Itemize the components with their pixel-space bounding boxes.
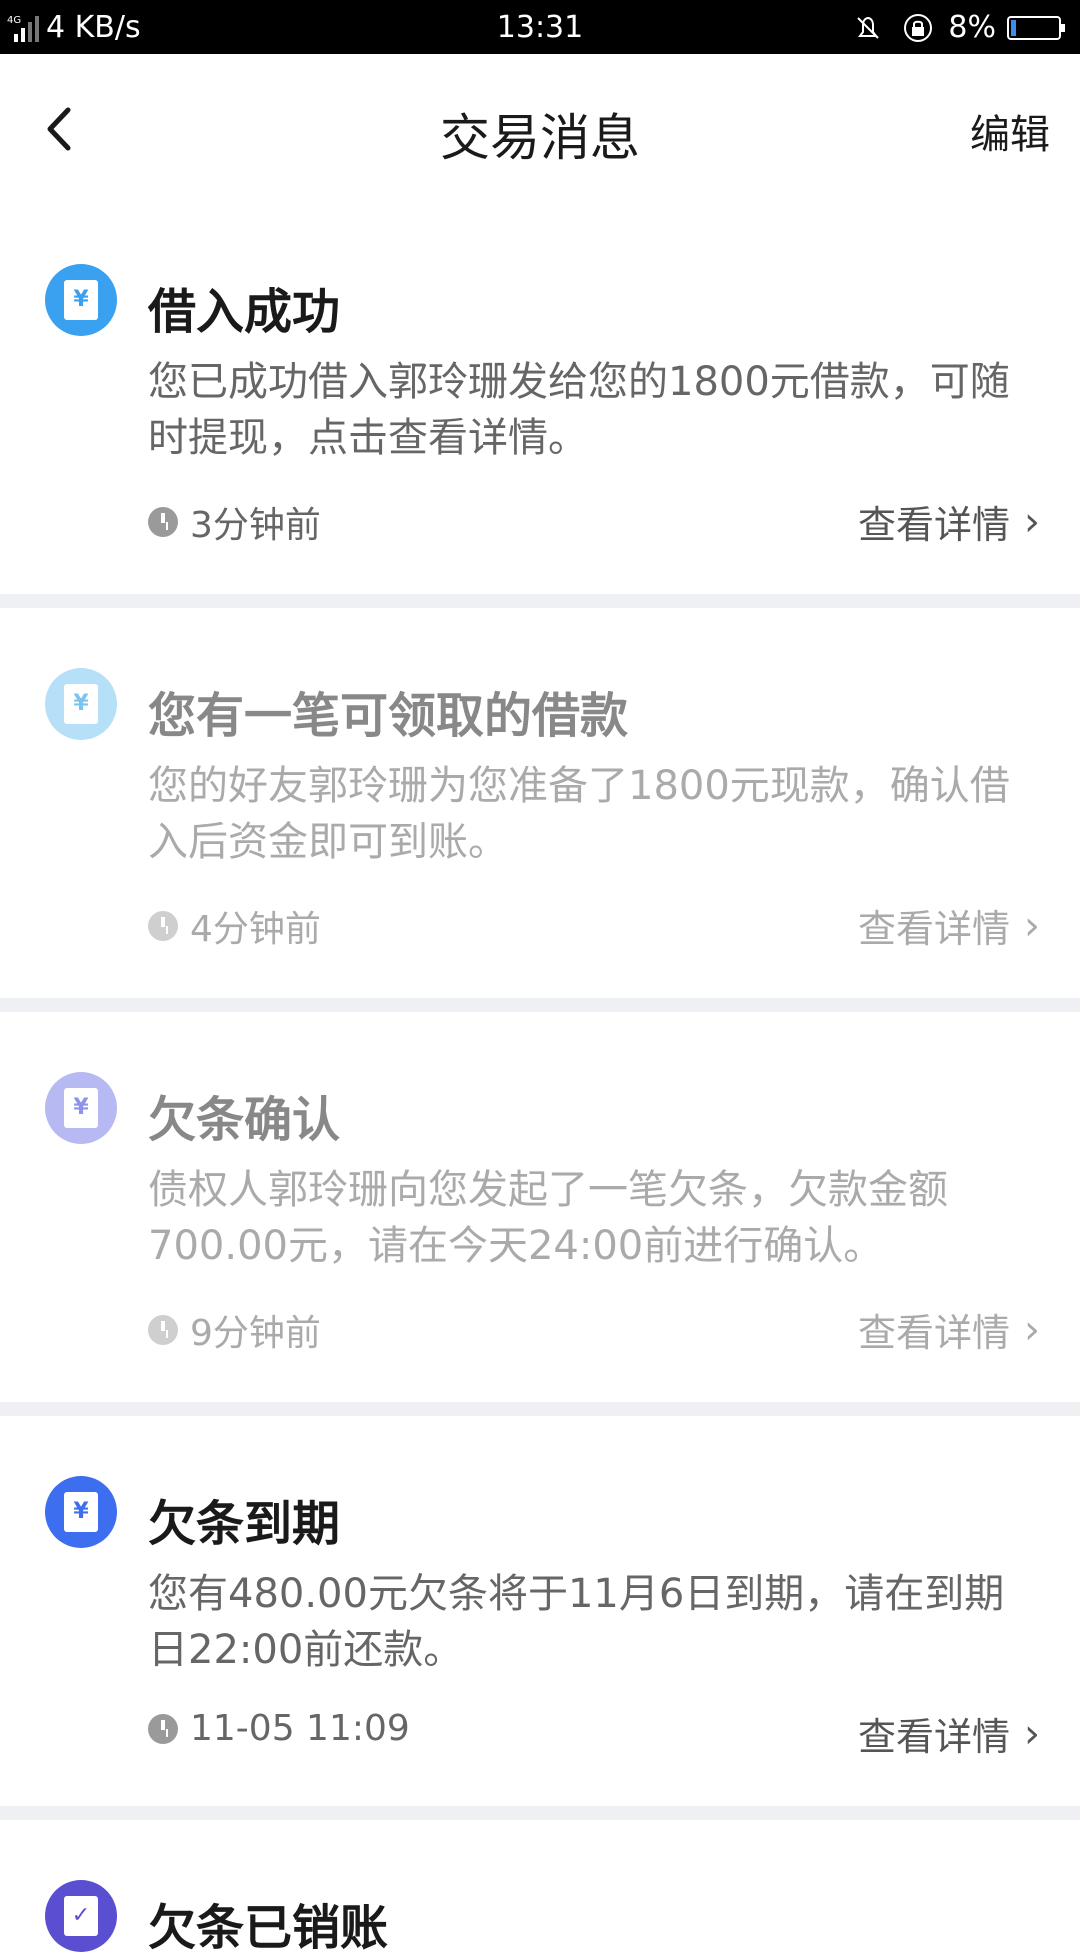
status-bar: 4G 4 KB/s 13:31 8% — [0, 0, 1080, 54]
detail-label: 查看详情 — [857, 1311, 1010, 1355]
view-detail-link[interactable]: 查看详情 › — [858, 898, 1040, 953]
view-detail-link[interactable]: 查看详情 › — [858, 494, 1040, 549]
message-title: 欠条到期 — [148, 1496, 341, 1552]
nav-bar: 交易消息 编辑 — [0, 54, 1080, 204]
message-card[interactable]: ¥ 借入成功 您已成功借入郭玲珊发给您的1800元借款，可随时提现，点击查看详情… — [0, 204, 1080, 608]
receipt-yuan-icon: ¥ — [45, 1476, 117, 1548]
clock-icon — [148, 1713, 178, 1744]
message-body: 您已成功借入郭玲珊发给您的1800元借款，可随时提现，点击查看详情。 — [148, 359, 1010, 461]
chevron-right-icon: › — [1024, 1306, 1040, 1353]
battery-icon — [1007, 15, 1065, 40]
message-time: 11-05 11:09 — [148, 1708, 410, 1749]
detail-label: 查看详情 — [857, 907, 1010, 951]
message-card[interactable]: ¥ 欠条确认 债权人郭玲珊向您发起了一笔欠条，欠款金额700.00元，请在今天2… — [0, 1012, 1080, 1416]
time-label: 11-05 11:09 — [190, 1708, 410, 1749]
chevron-right-icon: › — [1024, 902, 1040, 949]
battery-percent: 8% — [948, 10, 996, 45]
clock-time: 13:31 — [496, 10, 584, 45]
message-time: 3分钟前 — [148, 496, 321, 548]
chevron-right-icon: › — [1024, 498, 1040, 545]
detail-label: 查看详情 — [857, 1715, 1010, 1759]
time-label: 4分钟前 — [190, 909, 321, 950]
time-label: 9分钟前 — [190, 1313, 321, 1354]
message-body: 您有480.00元欠条将于11月6日到期，请在到期日22:00前还款。 — [148, 1571, 1005, 1673]
message-title: 欠条已销账 — [148, 1900, 389, 1956]
receipt-yuan-icon: ¥ — [45, 1072, 117, 1144]
message-card[interactable]: ¥ 欠条到期 您有480.00元欠条将于11月6日到期，请在到期日22:00前还… — [0, 1416, 1080, 1820]
page-title: 交易消息 — [440, 109, 640, 167]
message-time: 4分钟前 — [148, 900, 321, 952]
message-body: 您的好友郭玲珊为您准备了1800元现款，确认借入后资金即可到账。 — [148, 763, 1010, 865]
detail-label: 查看详情 — [857, 503, 1010, 547]
time-label: 3分钟前 — [190, 505, 321, 546]
message-list: ¥ 借入成功 您已成功借入郭玲珊发给您的1800元借款，可随时提现，点击查看详情… — [0, 204, 1080, 1956]
view-detail-link[interactable]: 查看详情 › — [858, 1302, 1040, 1357]
clock-icon — [148, 1315, 178, 1345]
view-detail-link[interactable]: 查看详情 › — [858, 1706, 1040, 1761]
clock-icon — [148, 911, 178, 941]
message-card[interactable]: ¥ 您有一笔可领取的借款 您的好友郭玲珊为您准备了1800元现款，确认借入后资金… — [0, 608, 1080, 1012]
mute-icon — [857, 16, 880, 39]
chevron-right-icon: › — [1024, 1710, 1040, 1757]
message-card[interactable]: ✓ 欠条已销账 — [0, 1820, 1080, 1956]
message-body: 债权人郭玲珊向您发起了一笔欠条，欠款金额700.00元，请在今天24:00前进行… — [148, 1167, 948, 1269]
message-title: 欠条确认 — [148, 1092, 341, 1148]
message-title: 借入成功 — [148, 284, 341, 340]
receipt-yuan-icon: ¥ — [45, 668, 117, 740]
message-title: 您有一笔可领取的借款 — [148, 688, 629, 744]
message-time: 9分钟前 — [148, 1304, 321, 1356]
receipt-check-icon: ✓ — [45, 1880, 117, 1952]
receipt-yuan-icon: ¥ — [45, 264, 117, 336]
clock-icon — [148, 507, 178, 537]
edit-button[interactable]: 编辑 — [970, 102, 1050, 160]
rotation-lock-icon — [904, 13, 933, 42]
